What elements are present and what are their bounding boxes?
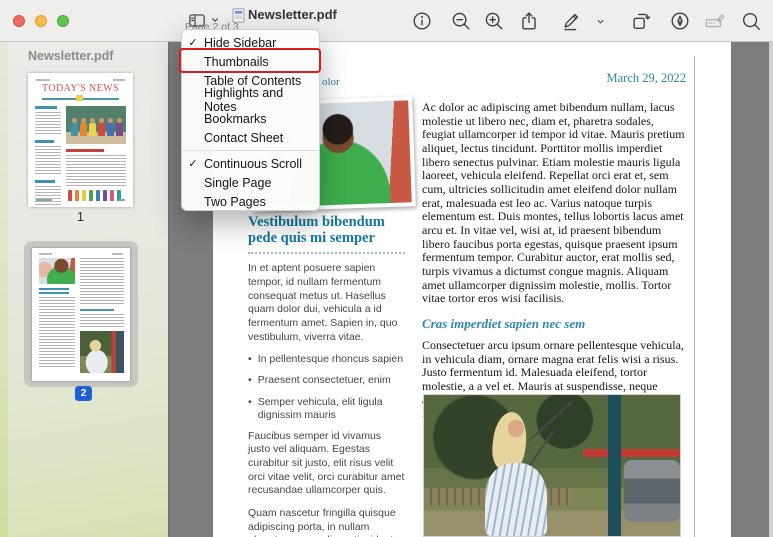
menu-item-two-pages[interactable]: Two Pages — [182, 192, 319, 211]
thumb2-header-left — [39, 253, 52, 255]
zoom-in-icon — [483, 10, 505, 32]
annotation-highlight-box — [179, 48, 321, 73]
bullet-dot: • — [248, 396, 252, 422]
highlight-pen-icon — [669, 10, 691, 32]
page-2-selected-badge: 2 — [75, 386, 92, 401]
menu-item-label: Contact Sheet — [204, 131, 283, 145]
right-column-para-1: Ac dolor ac adipiscing amet bibendum nul… — [422, 101, 686, 306]
page-vertical-rule — [694, 56, 695, 537]
page-left-column: Vestibulum bibendum pede quis mi semper … — [248, 214, 405, 537]
highlight-button[interactable] — [669, 10, 691, 32]
thumb1-footer-right — [119, 199, 125, 201]
thumb1-body-text — [66, 155, 126, 187]
thumb1-header-right — [113, 79, 125, 81]
thumb2-header-right — [112, 253, 123, 255]
rotate-icon — [630, 10, 652, 32]
title-bar: Newsletter.pdf Page 2 of 3 — [0, 0, 773, 42]
bullet-item: • Semper vehicula, elit ligula dignissim… — [248, 396, 405, 422]
menu-item-highlights-and-notes[interactable]: Highlights and Notes — [182, 90, 319, 109]
slide-barrel — [624, 460, 680, 522]
chevron-down-icon — [594, 16, 607, 27]
page-1-label: 1 — [28, 210, 133, 224]
markup-button[interactable] — [560, 10, 582, 32]
zoom-button[interactable] — [57, 15, 69, 27]
thumb1-red-heading — [66, 149, 104, 152]
preview-app-window: { "window": { "title": "Newsletter.pdf",… — [0, 0, 773, 537]
markup-menu-chevron[interactable] — [594, 14, 616, 36]
thumb2-left-text — [39, 297, 75, 367]
page-1-thumbnail[interactable]: TODAY'S NEWS — [28, 73, 133, 207]
menu-item-label: Single Page — [204, 176, 271, 190]
rotate-button[interactable] — [630, 10, 652, 32]
menu-item-label: Continuous Scroll — [204, 157, 302, 171]
red-bar — [583, 449, 680, 457]
thumb1-crayons-illustration — [66, 189, 126, 201]
fill-and-sign-icon — [703, 10, 727, 32]
girl-dress — [485, 463, 546, 536]
bullet-text: Semper vehicula, elit ligula dignissim m… — [258, 396, 405, 422]
search-icon — [740, 10, 762, 32]
girl-face — [508, 420, 523, 437]
thumb2-boy-photo — [39, 258, 75, 284]
teal-pole — [608, 395, 621, 536]
thumb1-masthead: TODAY'S NEWS — [28, 83, 133, 94]
info-icon — [411, 10, 433, 32]
left-column-para-3: Quam nascetur fringilla quisque adipisci… — [248, 507, 405, 537]
thumb1-classroom-photo — [66, 106, 126, 144]
bullet-item: • Praesent consectetuer, enim — [248, 374, 405, 387]
dotted-divider — [248, 252, 405, 254]
zoom-out-icon — [450, 10, 472, 32]
page-header-fragment: olor — [322, 76, 340, 88]
menu-item-label: Two Pages — [204, 195, 266, 209]
thumb1-footer-left — [36, 199, 52, 201]
bullet-text: Praesent consectetuer, enim — [258, 374, 391, 387]
thumb2-right-text — [80, 258, 124, 306]
thumb2-subhead-line — [80, 309, 114, 311]
thumb2-teal-heading — [39, 288, 69, 290]
markup-pencil-icon — [560, 10, 582, 32]
search-button[interactable] — [740, 10, 762, 32]
thumb1-left-column — [35, 106, 61, 206]
zoom-out-button[interactable] — [450, 10, 472, 32]
share-button[interactable] — [518, 10, 540, 32]
menu-item-contact-sheet[interactable]: Contact Sheet — [182, 128, 319, 147]
thumb2-girl-photo — [80, 331, 124, 373]
bullet-dot: • — [248, 353, 252, 366]
right-column-subhead: Cras imperdiet sapien nec sem — [422, 316, 686, 332]
left-column-heading: Vestibulum bibendum pede quis mi semper — [248, 214, 405, 246]
menu-item-bookmarks[interactable]: Bookmarks — [182, 109, 319, 128]
page-date: March 29, 2022 — [560, 71, 686, 86]
checkmark-icon: ✓ — [182, 157, 204, 170]
menu-item-continuous-scroll[interactable]: ✓ Continuous Scroll — [182, 154, 319, 173]
fill-and-sign-button[interactable] — [703, 10, 725, 32]
thumb1-header-left — [36, 79, 50, 81]
thumb1-highlight-marker — [76, 95, 83, 101]
menu-item-label: Bookmarks — [204, 112, 267, 126]
sidebar-edge-tint — [0, 42, 8, 537]
window-right-edge — [769, 42, 773, 537]
girl-playground-photo — [423, 394, 681, 537]
menu-separator — [182, 150, 319, 151]
page-right-column: Ac dolor ac adipiscing amet bibendum nul… — [422, 101, 686, 421]
window-title: Newsletter.pdf — [248, 7, 337, 22]
bullet-item: • In pellentesque rhoncus sapien — [248, 353, 405, 366]
thumb2-right-text-2 — [80, 314, 124, 328]
info-button[interactable] — [411, 10, 433, 32]
close-button[interactable] — [13, 15, 25, 27]
menu-item-single-page[interactable]: Single Page — [182, 173, 319, 192]
share-icon — [518, 10, 540, 32]
left-column-para-1: In et aptent posuere sapien tempor, id n… — [248, 262, 405, 344]
bullet-dot: • — [248, 374, 252, 387]
zoom-in-button[interactable] — [483, 10, 505, 32]
left-column-para-2: Faucibus semper id vivamus justo vel ali… — [248, 430, 405, 498]
sidebar-document-name: Newsletter.pdf — [28, 49, 113, 63]
minimize-button[interactable] — [35, 15, 47, 27]
bullet-text: In pellentesque rhoncus sapien — [258, 353, 403, 366]
page-2-thumbnail[interactable] — [32, 248, 130, 381]
